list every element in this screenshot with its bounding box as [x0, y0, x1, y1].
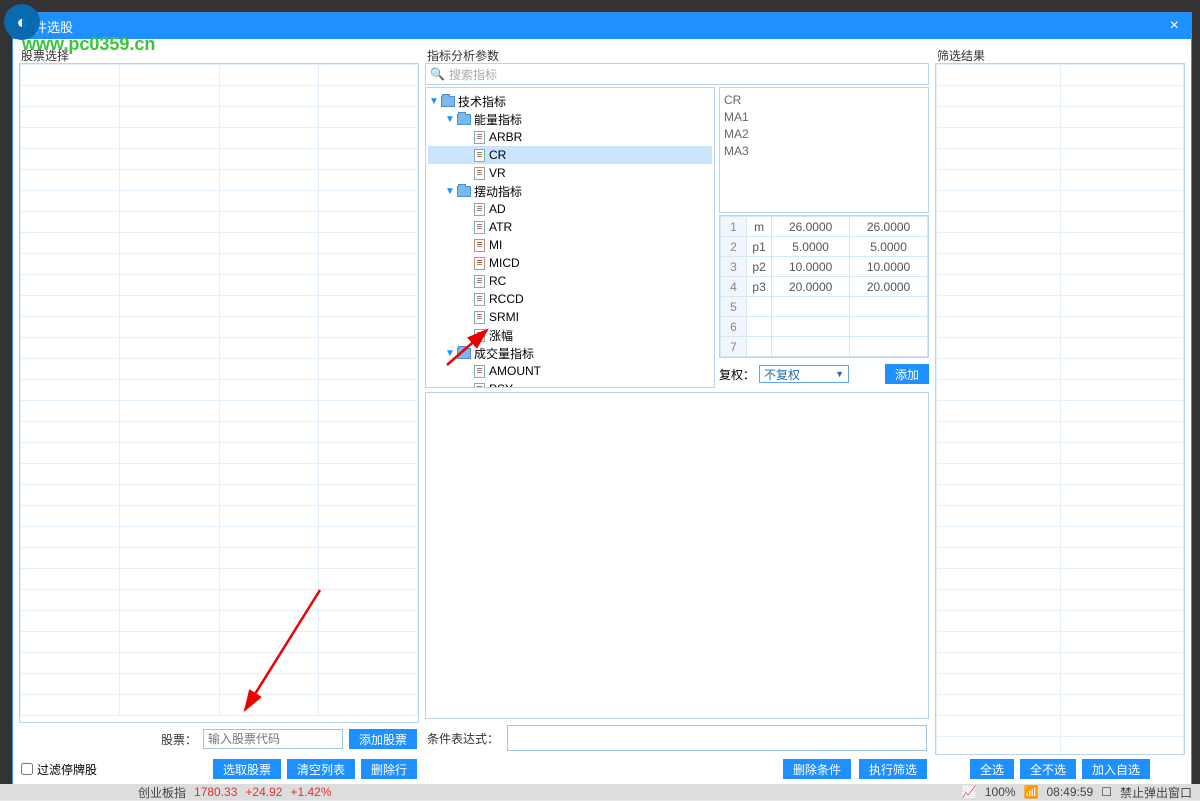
tree-item[interactable]: PSY [428, 380, 712, 388]
tree-item[interactable]: ▼技术指标 [428, 92, 712, 110]
indicator-params-title: 指标分析参数 [425, 45, 929, 63]
stock-label: 股票： [161, 731, 197, 748]
stock-filter-dialog: 条件选股 × 股票选择 股票： 添加股票 过滤停牌股 [12, 12, 1192, 790]
add-condition-button[interactable]: 添加 [885, 364, 929, 384]
list-item[interactable]: MA1 [724, 109, 924, 126]
titlebar: 条件选股 × [13, 13, 1191, 39]
chart-icon[interactable]: 📈 [962, 785, 977, 799]
status-bar: 创业板指 1780.33 +24.92 +1.42% 📈 100% 📶 08:4… [0, 784, 1200, 800]
add-favorite-button[interactable]: 加入自选 [1082, 759, 1150, 779]
delete-row-button[interactable]: 删除行 [361, 759, 417, 779]
tree-item[interactable]: AD [428, 200, 712, 218]
tree-item[interactable]: ▼摆动指标 [428, 182, 712, 200]
expression-input[interactable] [507, 725, 927, 751]
tree-item[interactable]: ATR [428, 218, 712, 236]
list-item[interactable]: CR [724, 92, 924, 109]
list-item[interactable]: MA2 [724, 126, 924, 143]
popup-block-label: 禁止弹出窗口 [1120, 784, 1192, 801]
status-time: 08:49:59 [1047, 785, 1094, 799]
results-grid[interactable] [936, 64, 1184, 754]
stock-grid[interactable] [20, 64, 418, 722]
filter-suspended-input[interactable] [21, 763, 33, 775]
condition-grid[interactable] [425, 392, 929, 719]
list-item[interactable]: MA3 [724, 143, 924, 160]
search-placeholder: 搜索指标 [449, 66, 497, 83]
tree-item[interactable]: MICD [428, 254, 712, 272]
add-stock-button[interactable]: 添加股票 [349, 729, 417, 749]
chevron-down-icon: ▼ [835, 369, 844, 379]
status-value: 1780.33 [194, 785, 237, 799]
tree-item[interactable]: 涨幅 [428, 326, 712, 344]
close-icon[interactable]: × [1166, 17, 1183, 35]
app-logo-icon: ◐ [4, 4, 40, 40]
tree-item[interactable]: AMOUNT [428, 362, 712, 380]
tree-item[interactable]: RC [428, 272, 712, 290]
filter-suspended-label: 过滤停牌股 [37, 761, 97, 778]
tree-item[interactable]: VR [428, 164, 712, 182]
indicator-tree[interactable]: ▼技术指标▼能量指标ARBRCRVR▼摆动指标ADATRMIMICDRCRCCD… [425, 87, 715, 388]
status-index: 创业板指 [138, 784, 186, 801]
tree-item[interactable]: MI [428, 236, 712, 254]
status-pct: +1.42% [290, 785, 331, 799]
param-table[interactable]: 1m26.000026.00002p15.00005.00003p210.000… [719, 215, 929, 358]
tree-item[interactable]: SRMI [428, 308, 712, 326]
search-icon: 🔍 [430, 67, 445, 81]
tree-item[interactable]: ▼成交量指标 [428, 344, 712, 362]
fuquan-value: 不复权 [764, 366, 800, 383]
selected-indicator-list[interactable]: CRMA1MA2MA3 [719, 87, 929, 213]
tree-item[interactable]: RCCD [428, 290, 712, 308]
delete-condition-button[interactable]: 删除条件 [783, 759, 851, 779]
select-stock-button[interactable]: 选取股票 [213, 759, 281, 779]
indicator-search-input[interactable]: 🔍 搜索指标 [425, 63, 929, 85]
signal-icon: 📶 [1024, 785, 1039, 799]
tree-item[interactable]: ▼能量指标 [428, 110, 712, 128]
watermark: www.pc0359.cn [22, 34, 155, 55]
tree-item[interactable]: CR [428, 146, 712, 164]
run-filter-button[interactable]: 执行筛选 [859, 759, 927, 779]
status-change: +24.92 [245, 785, 282, 799]
select-none-button[interactable]: 全不选 [1020, 759, 1076, 779]
fuquan-label: 复权： [719, 366, 755, 383]
select-all-button[interactable]: 全选 [970, 759, 1014, 779]
tree-item[interactable]: ARBR [428, 128, 712, 146]
filter-suspended-checkbox[interactable]: 过滤停牌股 [21, 761, 97, 778]
zoom-level: 100% [985, 785, 1016, 799]
clear-list-button[interactable]: 清空列表 [287, 759, 355, 779]
stock-code-input[interactable] [203, 729, 343, 749]
results-title: 筛选结果 [935, 45, 1185, 63]
expression-label: 条件表达式： [427, 730, 499, 747]
fuquan-select[interactable]: 不复权 ▼ [759, 365, 849, 383]
